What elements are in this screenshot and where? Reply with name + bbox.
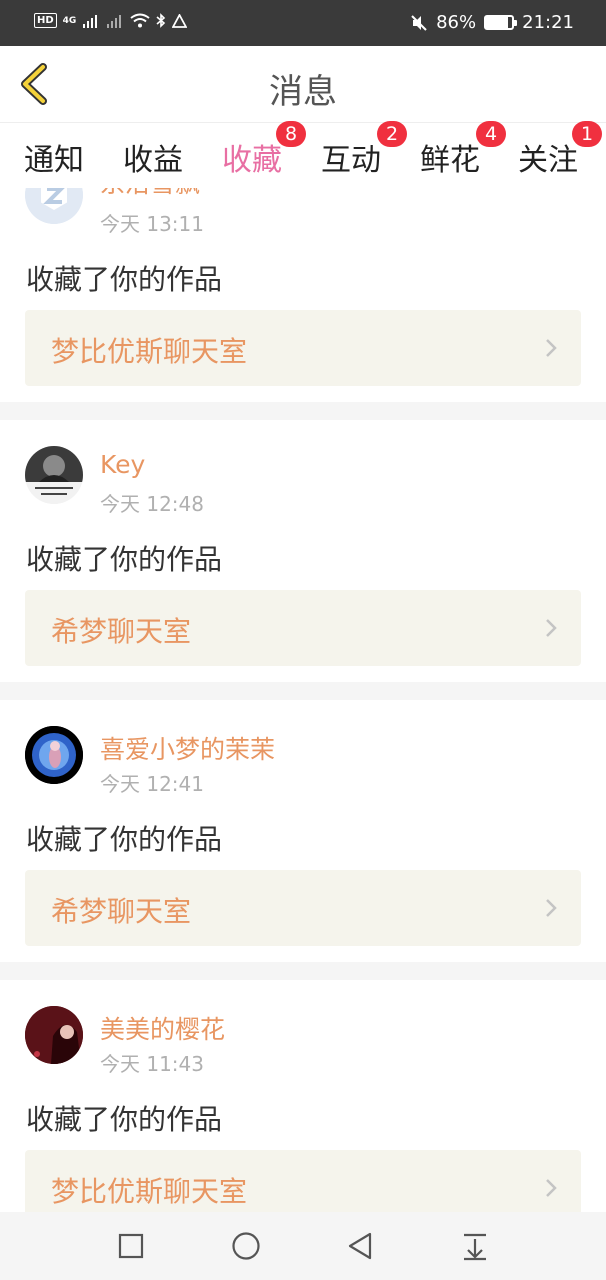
tab-label: 鲜花 bbox=[420, 143, 480, 178]
alert-triangle-icon bbox=[172, 13, 188, 28]
network-type: 4G bbox=[62, 15, 77, 26]
avatar-photo bbox=[25, 1006, 83, 1064]
list-item: 糸沿雪飘 今天 13:11 收藏了你的作品 梦比优斯聊天室 bbox=[0, 188, 606, 392]
hd-indicator: HD bbox=[34, 13, 57, 28]
work-title: 希梦聊天室 bbox=[51, 615, 192, 648]
avatar[interactable] bbox=[25, 446, 83, 504]
chevron-right-icon bbox=[546, 339, 557, 357]
tab-notifications[interactable]: 通知 bbox=[24, 135, 84, 179]
back-nav-button[interactable] bbox=[343, 1229, 377, 1263]
status-left: HD 4G bbox=[34, 13, 188, 28]
recent-apps-button[interactable] bbox=[114, 1229, 148, 1263]
wifi-icon bbox=[130, 13, 150, 28]
list-item: 喜爱小梦的茉茉 今天 12:41 收藏了你的作品 希梦聊天室 bbox=[0, 700, 606, 964]
timestamp: 今天 11:43 bbox=[100, 1052, 204, 1076]
action-text: 收藏了你的作品 bbox=[26, 543, 223, 576]
mute-icon bbox=[411, 14, 427, 31]
action-text: 收藏了你的作品 bbox=[26, 823, 223, 856]
avatar-photo bbox=[25, 446, 83, 504]
header: 消息 bbox=[0, 46, 606, 122]
battery-icon bbox=[484, 15, 518, 30]
work-title: 梦比优斯聊天室 bbox=[51, 1175, 248, 1208]
list-item: 美美的樱花 今天 11:43 收藏了你的作品 梦比优斯聊天室 bbox=[0, 980, 606, 1212]
circle-icon bbox=[232, 1232, 260, 1260]
user-name[interactable]: Key bbox=[100, 450, 145, 479]
avatar[interactable] bbox=[25, 1006, 83, 1064]
tab-badge: 8 bbox=[276, 121, 306, 147]
page-title: 消息 bbox=[269, 72, 337, 112]
system-nav-bar bbox=[0, 1212, 606, 1280]
timestamp: 今天 12:41 bbox=[100, 772, 204, 796]
back-triangle-icon bbox=[348, 1232, 372, 1260]
home-button[interactable] bbox=[229, 1229, 263, 1263]
avatar[interactable] bbox=[25, 188, 83, 224]
status-bar: HD 4G 86% 21:21 bbox=[0, 0, 606, 46]
work-link[interactable]: 希梦聊天室 bbox=[25, 590, 581, 666]
work-link[interactable]: 梦比优斯聊天室 bbox=[25, 310, 581, 386]
tab-interactions[interactable]: 互动 2 bbox=[321, 121, 407, 179]
tab-label: 互动 bbox=[321, 143, 381, 178]
divider bbox=[0, 402, 606, 420]
avatar-default-icon bbox=[25, 188, 83, 224]
divider bbox=[0, 962, 606, 980]
tab-badge: 1 bbox=[572, 121, 602, 147]
user-name[interactable]: 糸沿雪飘 bbox=[100, 188, 200, 200]
signal-icon bbox=[83, 14, 98, 28]
status-right: 86% 21:21 bbox=[410, 12, 574, 33]
chevron-right-icon bbox=[546, 619, 557, 637]
list-item: Key 今天 12:48 收藏了你的作品 希梦聊天室 bbox=[0, 420, 606, 684]
bluetooth-icon bbox=[156, 13, 166, 28]
avatar[interactable] bbox=[25, 726, 83, 784]
tab-badge: 2 bbox=[377, 121, 407, 147]
tab-label: 关注 bbox=[518, 143, 578, 178]
favorites-feed[interactable]: 糸沿雪飘 今天 13:11 收藏了你的作品 梦比优斯聊天室 Key 今天 12:… bbox=[0, 188, 606, 1212]
pull-down-icon bbox=[464, 1233, 486, 1261]
timestamp: 今天 13:11 bbox=[100, 212, 204, 236]
notification-pull-button[interactable] bbox=[458, 1229, 492, 1263]
avatar-photo bbox=[25, 726, 83, 784]
clock: 21:21 bbox=[522, 12, 574, 33]
tab-label: 收藏 bbox=[222, 143, 282, 178]
square-icon bbox=[118, 1233, 144, 1259]
action-text: 收藏了你的作品 bbox=[26, 263, 223, 296]
tab-label: 收益 bbox=[123, 143, 183, 178]
signal-2-icon bbox=[107, 14, 122, 28]
tab-bar: 通知 收益 收藏 8 互动 2 鲜花 4 关注 1 bbox=[0, 121, 606, 197]
chevron-right-icon bbox=[546, 899, 557, 917]
tab-flowers[interactable]: 鲜花 4 bbox=[420, 121, 506, 179]
work-link[interactable]: 希梦聊天室 bbox=[25, 870, 581, 946]
tab-favorites[interactable]: 收藏 8 bbox=[222, 121, 306, 197]
divider bbox=[0, 682, 606, 700]
tab-earnings[interactable]: 收益 bbox=[123, 135, 183, 179]
work-link[interactable]: 梦比优斯聊天室 bbox=[25, 1150, 581, 1212]
tab-label: 通知 bbox=[24, 143, 84, 178]
user-name[interactable]: 喜爱小梦的茉茉 bbox=[100, 730, 275, 766]
timestamp: 今天 12:48 bbox=[100, 492, 204, 516]
battery-percent: 86% bbox=[436, 12, 477, 33]
work-title: 梦比优斯聊天室 bbox=[51, 335, 248, 368]
user-name[interactable]: 美美的樱花 bbox=[100, 1010, 225, 1046]
chevron-right-icon bbox=[546, 1179, 557, 1197]
work-title: 希梦聊天室 bbox=[51, 895, 192, 928]
battery-fill bbox=[486, 17, 509, 28]
tab-follows[interactable]: 关注 1 bbox=[518, 121, 602, 179]
action-text: 收藏了你的作品 bbox=[26, 1103, 223, 1136]
tab-badge: 4 bbox=[476, 121, 506, 147]
